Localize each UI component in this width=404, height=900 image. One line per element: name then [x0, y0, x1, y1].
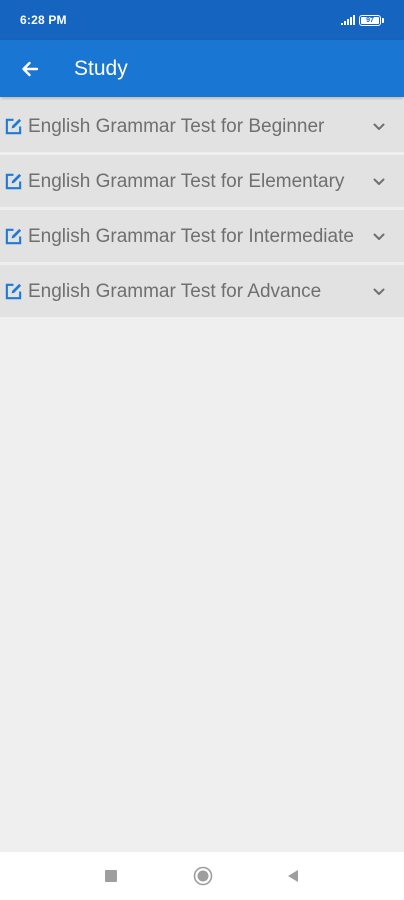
list-item-label: English Grammar Test for Elementary: [28, 171, 345, 192]
status-icons: 97: [341, 14, 384, 26]
battery-level: 97: [366, 16, 374, 24]
chevron-down-icon[interactable]: [372, 230, 386, 244]
home-circle-icon: [193, 866, 213, 886]
back-triangle-icon: [288, 870, 298, 882]
status-bar: 6:28 PM 97: [0, 0, 404, 40]
nav-back-button[interactable]: [281, 864, 305, 888]
signal-icon: [341, 15, 355, 25]
list-item-label: English Grammar Test for Beginner: [28, 116, 325, 137]
list-item-intermediate[interactable]: English Grammar Test for Intermediate: [0, 210, 404, 262]
edit-icon: [5, 283, 22, 300]
edit-icon: [5, 228, 22, 245]
list-item-label: English Grammar Test for Intermediate: [28, 226, 354, 247]
edit-icon: [5, 118, 22, 135]
recents-button[interactable]: [99, 864, 123, 888]
battery-cap: [382, 17, 384, 23]
status-time: 6:28 PM: [20, 13, 67, 27]
study-list: English Grammar Test for Beginner Englis…: [0, 100, 404, 320]
system-nav-bar: [0, 852, 404, 900]
list-item-advance[interactable]: English Grammar Test for Advance: [0, 265, 404, 317]
chevron-down-icon[interactable]: [372, 285, 386, 299]
arrow-left-icon: [22, 61, 39, 76]
list-item-beginner[interactable]: English Grammar Test for Beginner: [0, 100, 404, 152]
recents-square-icon: [105, 870, 117, 882]
edit-icon: [5, 173, 22, 190]
battery-icon: 97: [359, 14, 381, 26]
app-bar: Study: [0, 40, 404, 97]
chevron-down-icon[interactable]: [372, 175, 386, 189]
back-button[interactable]: [6, 45, 54, 93]
chevron-down-icon[interactable]: [372, 120, 386, 134]
page-title: Study: [74, 56, 128, 80]
home-button[interactable]: [191, 864, 215, 888]
list-item-elementary[interactable]: English Grammar Test for Elementary: [0, 155, 404, 207]
list-item-label: English Grammar Test for Advance: [28, 281, 322, 302]
